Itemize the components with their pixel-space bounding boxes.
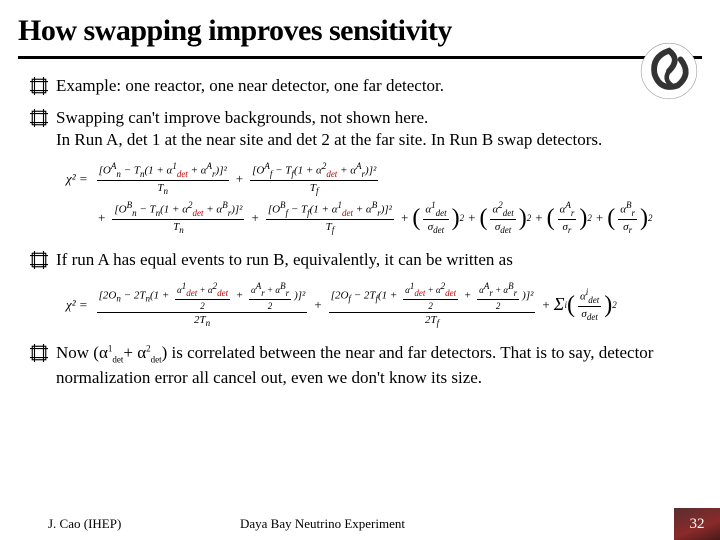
bullet-1-text: Example: one reactor, one near detector,… — [56, 75, 690, 97]
bullet-1: Example: one reactor, one near detector,… — [30, 75, 690, 97]
bullet-2: Swapping can't improve backgrounds, not … — [30, 107, 690, 151]
footer: J. Cao (IHEP) Daya Bay Neutrino Experime… — [0, 508, 720, 540]
bullet-3-text: If run A has equal events to run B, equi… — [56, 249, 690, 271]
bullet-2-text: Swapping can't improve backgrounds, not … — [56, 107, 690, 151]
footer-author: J. Cao (IHEP) — [0, 516, 200, 532]
formula-chi2-full: χ² = [OAn − Tn(1 + α1det + αAr)]² Tn + [… — [66, 161, 690, 235]
page-number: 32 — [674, 508, 720, 540]
formula-chi2-simplified: χ² = [2On − 2Tn(1 + α1det + α2det2 + αAr… — [66, 281, 690, 328]
bullet-3: If run A has equal events to run B, equi… — [30, 249, 690, 271]
bullet-icon — [30, 77, 48, 95]
slide-title: How swapping improves sensitivity — [0, 0, 720, 56]
bullet-4: Now (α1det+ α2det) is correlated between… — [30, 342, 690, 388]
bullet-4-text: Now (α1det+ α2det) is correlated between… — [56, 342, 690, 388]
content-area: Example: one reactor, one near detector,… — [0, 59, 720, 389]
bullet-icon — [30, 344, 48, 362]
footer-experiment: Daya Bay Neutrino Experiment — [200, 516, 674, 532]
bullet-icon — [30, 109, 48, 127]
bullet-icon — [30, 251, 48, 269]
spiral-logo — [640, 42, 698, 100]
